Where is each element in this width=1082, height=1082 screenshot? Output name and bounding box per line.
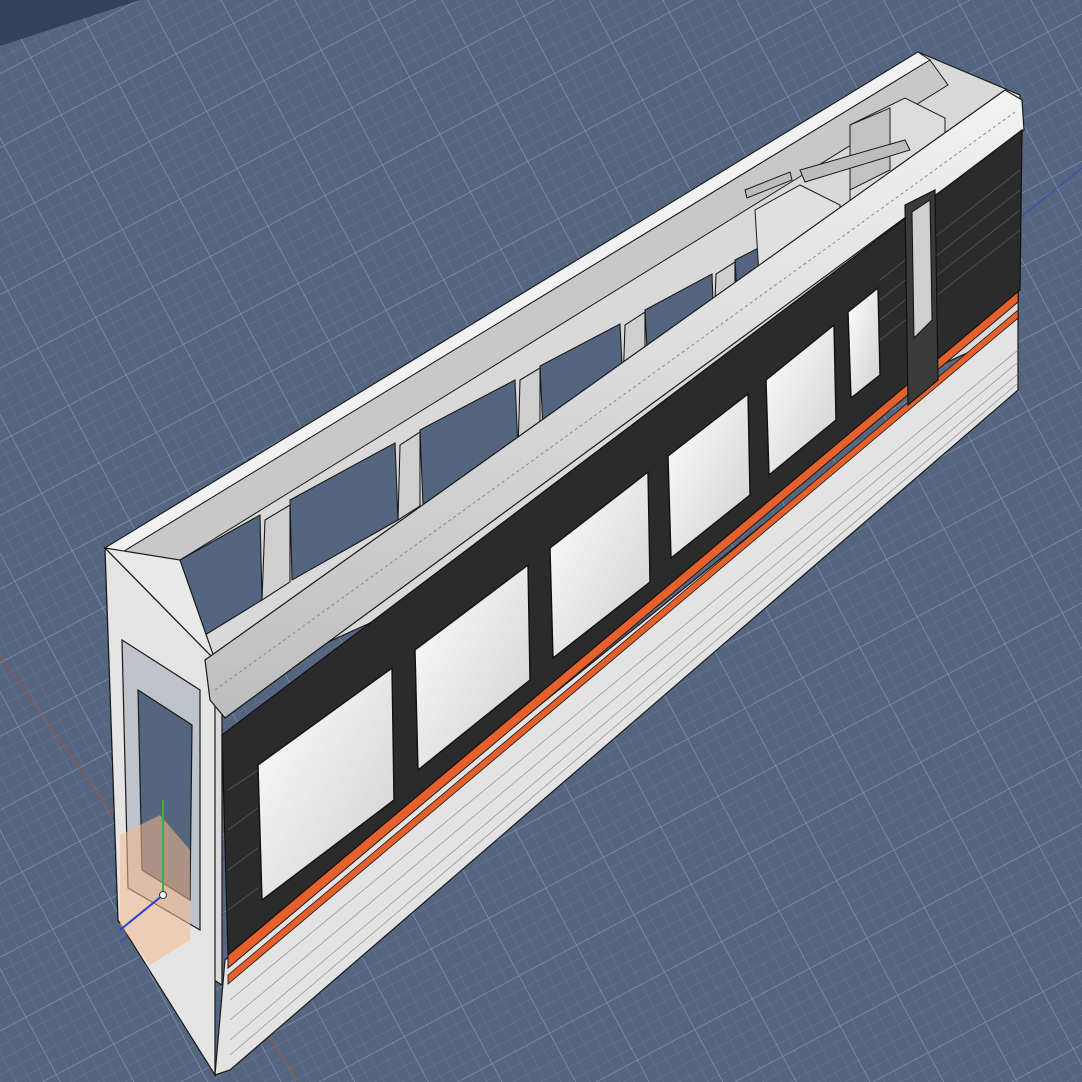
3d-viewport[interactable]: [0, 0, 1082, 1082]
viewport-canvas[interactable]: [0, 0, 1082, 1082]
